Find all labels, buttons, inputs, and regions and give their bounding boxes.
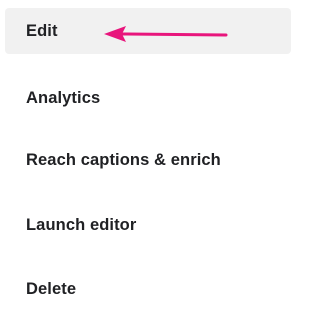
menu-item-label: Reach captions & enrich [26, 150, 221, 169]
menu-item-label: Analytics [26, 88, 101, 107]
menu-item-launch-editor[interactable]: Launch editor [5, 202, 291, 248]
menu-item-label: Edit [26, 21, 58, 40]
menu-item-reach-captions-enrich[interactable]: Reach captions & enrich [5, 137, 291, 183]
menu-item-analytics[interactable]: Analytics [5, 75, 291, 121]
menu-item-edit[interactable]: Edit [5, 8, 291, 54]
menu-item-label: Launch editor [26, 215, 137, 234]
menu-item-delete[interactable]: Delete [5, 266, 291, 312]
menu-item-label: Delete [26, 279, 77, 298]
context-menu: Edit Analytics Reach captions & enrich L… [0, 0, 293, 302]
